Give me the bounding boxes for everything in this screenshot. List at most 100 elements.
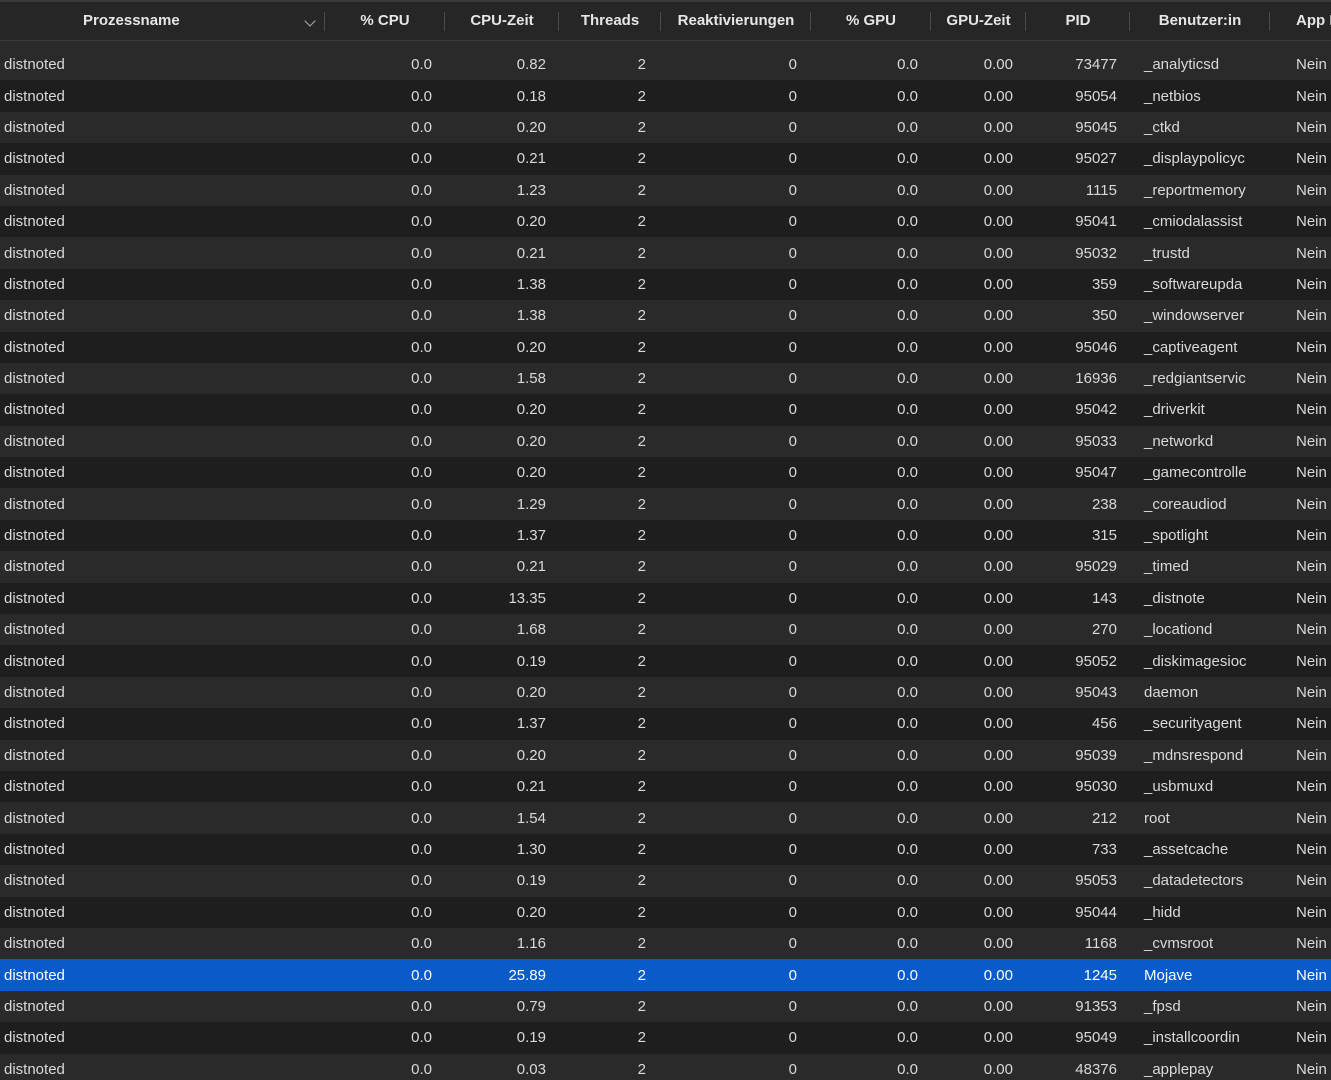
wakeups-cell: 0 bbox=[788, 56, 797, 74]
cpu-time-cell: 0.20 bbox=[516, 401, 546, 419]
threads-cell: 2 bbox=[637, 746, 646, 764]
table-row[interactable]: distnoted 0.0 0.21 2 0 0.0 0.00 95032 _trustd Nei… bbox=[0, 237, 1331, 269]
process-name-cell: distnoted bbox=[4, 1029, 65, 1047]
cpu-time-cell: 1.38 bbox=[516, 307, 546, 325]
column-header-label: CPU-Zeit bbox=[470, 12, 534, 30]
cpu-percent-cell: 0.0 bbox=[411, 1029, 432, 1047]
table-row[interactable]: distnoted 0.0 0.21 2 0 0.0 0.00 95029 _timed Nein bbox=[0, 551, 1331, 583]
table-row[interactable]: distnoted 0.0 0.82 2 0 0.0 0.00 73477 _analytics… bbox=[0, 49, 1331, 81]
table-row[interactable]: distnoted 0.0 1.58 2 0 0.0 0.00 16936 _redgiants… bbox=[0, 362, 1331, 395]
cpu-percent-cell: 0.0 bbox=[411, 558, 432, 576]
gpu-time-cell: 0.00 bbox=[983, 401, 1013, 419]
table-row[interactable]: distnoted 0.0 0.20 2 0 0.0 0.00 95045 _ctkd Nein bbox=[0, 111, 1331, 144]
column-header-user[interactable]: Benutzer:in bbox=[1130, 2, 1270, 41]
table-row[interactable]: distnoted 0.0 1.38 2 0 0.0 0.00 359 _softwareupd… bbox=[0, 268, 1331, 301]
table-row[interactable]: distnoted 0.0 0.19 2 0 0.0 0.00 95049 _installco… bbox=[0, 1022, 1331, 1054]
app-nap-cell: Nein bbox=[1296, 652, 1327, 670]
table-row[interactable]: distnoted 0.0 0.20 2 0 0.0 0.00 95043 daemon Nein bbox=[0, 676, 1331, 709]
threads-cell: 2 bbox=[637, 809, 646, 827]
user-cell: _locationd bbox=[1144, 621, 1213, 639]
gpu-percent-cell: 0.0 bbox=[897, 87, 918, 105]
app-nap-cell: Nein bbox=[1296, 621, 1327, 639]
table-row[interactable]: distnoted 0.0 0.03 2 0 0.0 0.00 48376 _applepay N… bbox=[0, 1053, 1331, 1080]
gpu-percent-cell: 0.0 bbox=[897, 997, 918, 1015]
wakeups-cell: 0 bbox=[788, 527, 797, 545]
wakeups-cell: 0 bbox=[788, 621, 797, 639]
process-name-cell: distnoted bbox=[4, 527, 65, 545]
gpu-time-cell: 0.00 bbox=[983, 307, 1013, 325]
table-row[interactable]: distnoted 0.0 1.30 2 0 0.0 0.00 733 _assetcache N… bbox=[0, 833, 1331, 866]
table-row[interactable]: distnoted 0.0 0.20 2 0 0.0 0.00 95046 _captiveag… bbox=[0, 331, 1331, 363]
column-header-gpu-percent[interactable]: % GPU bbox=[811, 2, 931, 41]
table-row[interactable]: distnoted 0.0 0.19 2 0 0.0 0.00 95052 _diskimage… bbox=[0, 645, 1331, 677]
cpu-time-cell: 0.21 bbox=[516, 558, 546, 576]
table-row[interactable]: distnoted 0.0 0.79 2 0 0.0 0.00 91353 _fpsd Nein bbox=[0, 990, 1331, 1023]
table-row[interactable]: distnoted 0.0 0.20 2 0 0.0 0.00 95044 _hidd Nein bbox=[0, 896, 1331, 928]
cpu-time-cell: 1.54 bbox=[516, 809, 546, 827]
wakeups-cell: 0 bbox=[788, 997, 797, 1015]
table-row[interactable]: distnoted 0.0 1.54 2 0 0.0 0.00 212 root Nein bbox=[0, 802, 1331, 834]
table-row[interactable]: distnoted 0.0 0.21 2 0 0.0 0.00 95030 _usbmuxd Ne… bbox=[0, 770, 1331, 803]
table-row[interactable]: distnoted 0.0 1.23 2 0 0.0 0.00 1115 _reportmemo… bbox=[0, 174, 1331, 206]
pid-cell: 95043 bbox=[1075, 684, 1117, 701]
table-row[interactable]: distnoted 0.0 0.21 2 0 0.0 0.00 95027 _displaypo… bbox=[0, 143, 1331, 175]
user-cell: _cvmsroot bbox=[1144, 935, 1214, 953]
table-row[interactable]: distnoted 0.0 0.20 2 0 0.0 0.00 95039 _mdnsrespo… bbox=[0, 739, 1331, 771]
column-header-app-nap[interactable]: App Na bbox=[1270, 2, 1331, 41]
column-header-wakeups[interactable]: Reaktivierungen bbox=[661, 2, 811, 41]
cpu-time-cell: 0.19 bbox=[516, 1029, 546, 1047]
app-nap-cell: Nein bbox=[1296, 1060, 1327, 1078]
gpu-percent-cell: 0.0 bbox=[897, 370, 918, 388]
cpu-percent-cell: 0.0 bbox=[411, 118, 432, 136]
cpu-percent-cell: 0.0 bbox=[411, 1060, 432, 1078]
gpu-time-cell: 0.00 bbox=[983, 87, 1013, 105]
cpu-percent-cell: 0.0 bbox=[411, 997, 432, 1015]
column-header-process-name[interactable]: Prozessname bbox=[0, 2, 325, 41]
process-name-cell: distnoted bbox=[4, 401, 65, 419]
process-name-cell: distnoted bbox=[4, 684, 65, 701]
gpu-time-cell: 0.00 bbox=[983, 338, 1013, 356]
column-header-label: Prozessname bbox=[83, 12, 180, 30]
cpu-percent-cell: 0.0 bbox=[411, 338, 432, 356]
table-row[interactable]: distnoted 0.0 0.20 2 0 0.0 0.00 95033 _networkd N… bbox=[0, 425, 1331, 458]
table-row[interactable]: distnoted 0.0 1.29 2 0 0.0 0.00 238 _coreaudiod N… bbox=[0, 488, 1331, 520]
threads-cell: 2 bbox=[637, 56, 646, 74]
app-nap-cell: Nein bbox=[1296, 401, 1327, 419]
process-name-cell: distnoted bbox=[4, 87, 65, 105]
column-header-gpu-time[interactable]: GPU-Zeit bbox=[931, 2, 1026, 41]
table-row[interactable]: distnoted 0.0 1.16 2 0 0.0 0.00 1168 _cvmsroot Ne… bbox=[0, 927, 1331, 960]
table-row[interactable]: distnoted 0.0 13.35 2 0 0.0 0.00 143 _distnote Ne… bbox=[0, 582, 1331, 615]
user-cell: _datadetectors bbox=[1144, 872, 1244, 890]
table-row[interactable]: distnoted 0.0 1.68 2 0 0.0 0.00 270 _locationd Ne… bbox=[0, 614, 1331, 646]
column-header-cpu-percent[interactable]: % CPU bbox=[325, 2, 445, 41]
gpu-time-cell: 0.00 bbox=[983, 1029, 1013, 1047]
table-row[interactable]: distnoted 0.0 1.37 2 0 0.0 0.00 456 _securityage… bbox=[0, 708, 1331, 740]
user-cell: _netbios bbox=[1144, 87, 1201, 105]
pid-cell: 73477 bbox=[1075, 56, 1117, 74]
threads-cell: 2 bbox=[637, 370, 646, 388]
gpu-percent-cell: 0.0 bbox=[897, 966, 918, 984]
cpu-time-cell: 1.16 bbox=[516, 935, 546, 953]
table-row[interactable]: distnoted 0.0 0.20 2 0 0.0 0.00 95042 _driverkit… bbox=[0, 394, 1331, 426]
table-row[interactable]: distnoted 0.0 0.18 2 0 0.0 0.00 95054 _netbios Ne… bbox=[0, 80, 1331, 112]
pid-cell: 95032 bbox=[1075, 244, 1117, 262]
wakeups-cell: 0 bbox=[788, 778, 797, 796]
threads-cell: 2 bbox=[637, 244, 646, 262]
user-cell: _installcoordin bbox=[1144, 1029, 1240, 1047]
wakeups-cell: 0 bbox=[788, 1060, 797, 1078]
column-header-threads[interactable]: Threads bbox=[559, 2, 661, 41]
table-row[interactable]: distnoted 0.0 0.20 2 0 0.0 0.00 95041 _cmiodalas… bbox=[0, 205, 1331, 238]
gpu-percent-cell: 0.0 bbox=[897, 652, 918, 670]
column-header-pid[interactable]: PID bbox=[1026, 2, 1130, 41]
wakeups-cell: 0 bbox=[788, 307, 797, 325]
pid-cell: 16936 bbox=[1075, 370, 1117, 388]
table-row[interactable]: distnoted 0.0 1.37 2 0 0.0 0.00 315 _spotlight Ne… bbox=[0, 519, 1331, 552]
gpu-percent-cell: 0.0 bbox=[897, 715, 918, 733]
gpu-percent-cell: 0.0 bbox=[897, 1060, 918, 1078]
table-row[interactable]: distnoted 0.0 0.20 2 0 0.0 0.00 95047 _gamecontr… bbox=[0, 457, 1331, 489]
column-header-cpu-time[interactable]: CPU-Zeit bbox=[445, 2, 559, 41]
cpu-percent-cell: 0.0 bbox=[411, 684, 432, 701]
table-row[interactable]: distnoted 0.0 0.19 2 0 0.0 0.00 95053 _datadetec… bbox=[0, 865, 1331, 897]
table-row[interactable]: distnoted 0.0 1.38 2 0 0.0 0.00 350 _windowserve… bbox=[0, 300, 1331, 332]
table-row[interactable]: distnoted 0.0 25.89 2 0 0.0 0.00 1245 Mojave Nein bbox=[0, 959, 1331, 991]
